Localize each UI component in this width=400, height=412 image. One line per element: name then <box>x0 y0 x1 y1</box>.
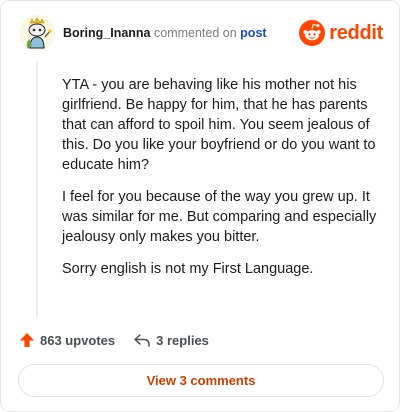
view-comments-button[interactable]: View 3 comments <box>18 364 384 397</box>
reply-arrow-icon <box>134 334 150 347</box>
upvote-count: 863 upvotes <box>40 332 116 348</box>
user-avatar[interactable] <box>19 15 55 51</box>
username[interactable]: Boring_Inanna <box>63 26 151 40</box>
post-link[interactable]: post <box>240 26 266 40</box>
replies-button[interactable]: 3 replies <box>133 332 209 348</box>
reddit-brand[interactable]: reddit <box>299 19 383 47</box>
reddit-logo-icon <box>299 20 326 46</box>
comment-body: YTA - you are behaving like his mother n… <box>62 75 384 291</box>
comment-byline: Boring_Inanna commented on post <box>63 26 267 40</box>
replies-count: 3 replies <box>156 332 209 348</box>
comment-paragraph: I feel for you because of the way you gr… <box>62 189 377 245</box>
comment-card: Boring_Inanna commented on post reddit Y… <box>0 0 400 412</box>
upvote-button[interactable]: 863 upvotes <box>19 332 115 348</box>
comment-paragraph: YTA - you are behaving like his mother n… <box>62 77 376 173</box>
comment-header: Boring_Inanna commented on post reddit <box>19 15 383 55</box>
snoo-avatar-icon <box>19 15 55 51</box>
reddit-wordmark: reddit <box>329 22 383 44</box>
thread-line <box>36 61 38 317</box>
comment-paragraph: Sorry english is not my First Language. <box>62 261 314 277</box>
action-text: commented on <box>154 26 237 40</box>
upvote-arrow-icon <box>20 333 34 347</box>
comment-actions: 863 upvotes 3 replies <box>19 329 209 351</box>
